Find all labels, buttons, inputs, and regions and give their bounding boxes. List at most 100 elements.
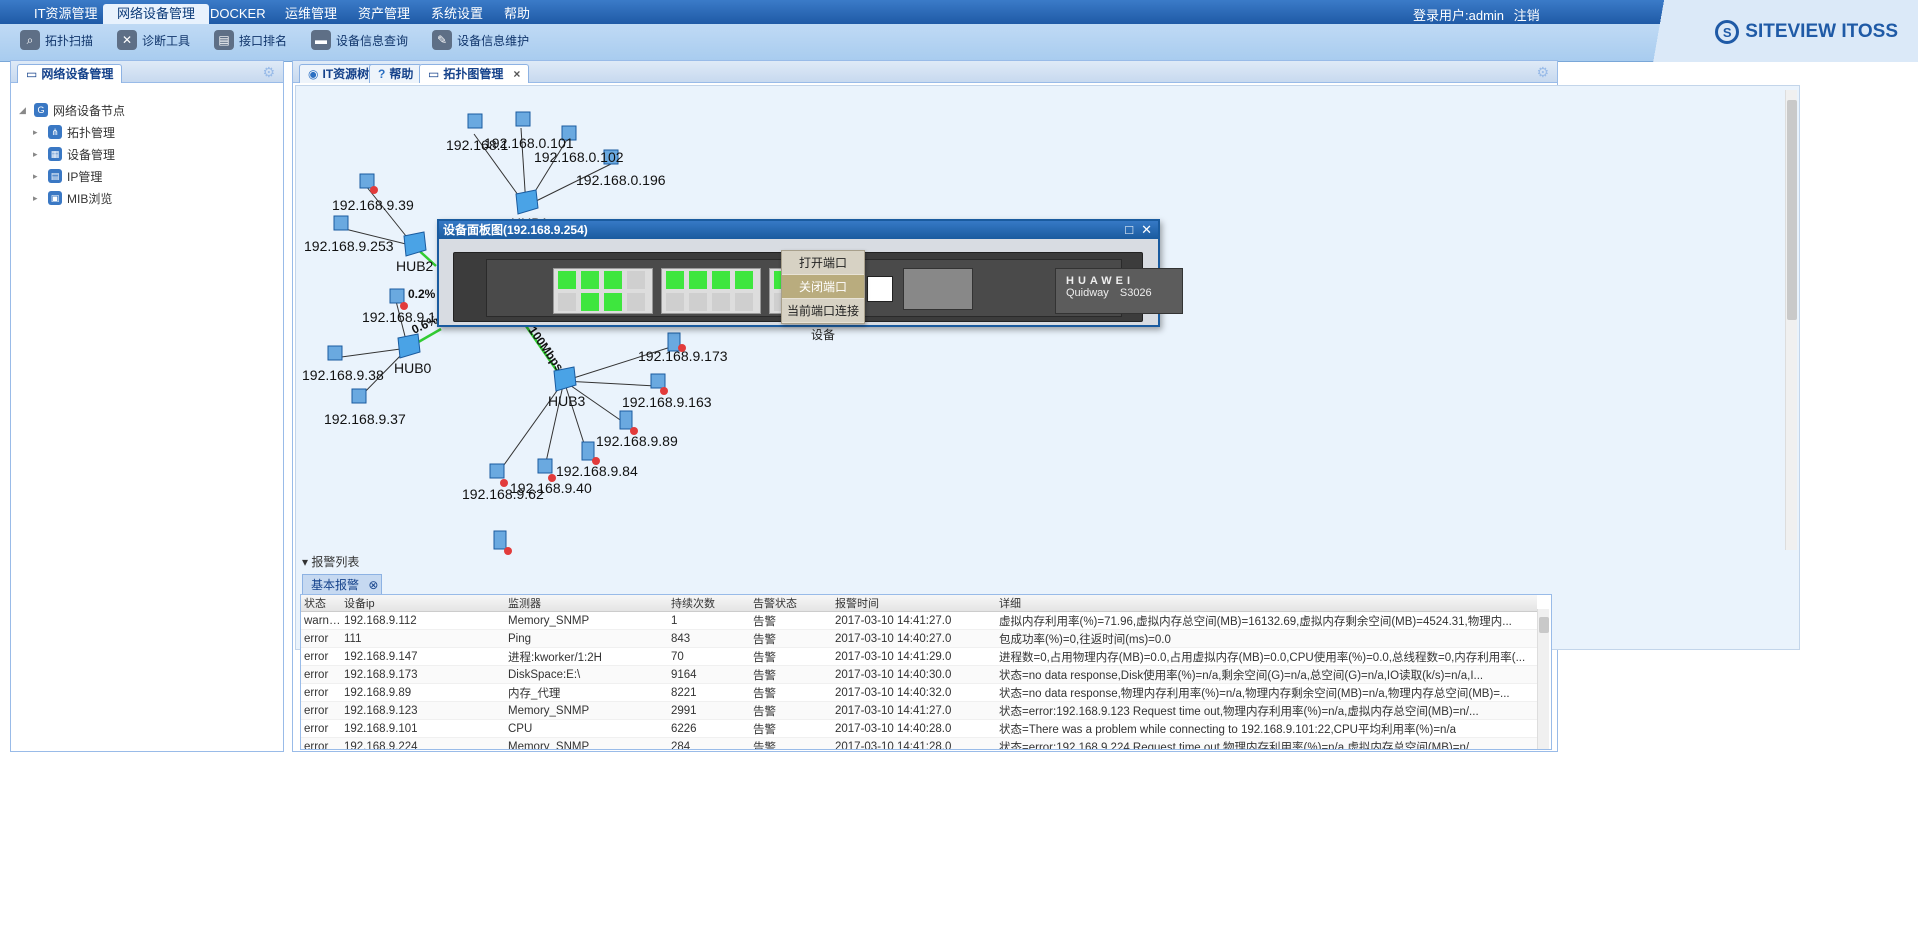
column-header[interactable]: 设备ip — [341, 595, 505, 612]
menu-it-resource[interactable]: IT资源管理 — [20, 4, 112, 24]
uplink-port[interactable] — [867, 276, 893, 302]
dialog-titlebar[interactable]: 设备面板图(192.168.9.254) □ ✕ — [439, 221, 1158, 239]
table-cell: 告警 — [750, 611, 832, 630]
table-cell: 告警 — [750, 737, 832, 749]
chevron-right-icon[interactable]: ▸ — [33, 171, 43, 182]
column-header[interactable]: 告警状态 — [750, 595, 832, 612]
tree-item-ip[interactable]: ▸ ▤ IP管理 — [19, 165, 125, 187]
menu-open-port[interactable]: 打开端口 — [782, 251, 864, 275]
table-row[interactable]: error 192.168.9.147 进程:kworker/1:2H 70 告警 201… — [301, 647, 1537, 666]
port-down[interactable] — [689, 293, 707, 311]
gear-icon[interactable]: ⚙ — [1536, 64, 1549, 81]
menu-settings[interactable]: 系统设置 — [417, 4, 497, 24]
column-header[interactable]: 持续次数 — [668, 595, 750, 612]
hub-icon — [397, 333, 421, 359]
table-row[interactable]: error 192.168.9.101 CPU 6226 告警 2017-03-10 14… — [301, 719, 1537, 738]
device-query-label: 设备信息查询 — [336, 33, 409, 48]
server-icon — [619, 410, 633, 430]
interface-ranking-button[interactable]: ▤ 接口排名 — [204, 26, 297, 54]
menu-ops[interactable]: 运维管理 — [271, 4, 351, 24]
port-down[interactable] — [712, 293, 730, 311]
menu-close-port[interactable]: 关闭端口 — [782, 275, 864, 299]
tree-item-devices[interactable]: ▸ ▦ 设备管理 — [19, 143, 125, 165]
port-down[interactable] — [627, 271, 645, 289]
column-header[interactable]: 状态 — [301, 595, 341, 612]
table-cell: 843 — [668, 629, 750, 648]
chevron-right-icon[interactable]: ▸ — [33, 193, 43, 204]
topology-canvas[interactable]: 0.2% 0.6% 100Mbps HUB1 HUB2 HUB0 HUB3 — [295, 85, 1800, 650]
port-down[interactable] — [735, 293, 753, 311]
port-up[interactable] — [689, 271, 707, 289]
port-down[interactable] — [558, 293, 576, 311]
collapse-icon[interactable]: ▾ — [302, 555, 308, 569]
maximize-icon[interactable]: □ — [1125, 221, 1133, 239]
port-down[interactable] — [627, 293, 645, 311]
ip-icon: ▤ — [48, 169, 62, 183]
tab-it-resource-tree[interactable]: ◉ IT资源树 — [299, 64, 379, 83]
table-cell: error — [301, 629, 341, 648]
port-up[interactable] — [581, 293, 599, 311]
tab-help[interactable]: ? 帮助 — [369, 64, 423, 83]
port-up[interactable] — [581, 271, 599, 289]
table-row[interactable]: warni... 192.168.9.112 Memory_SNMP 1 告警 2017-… — [301, 611, 1537, 630]
column-header[interactable]: 报警时间 — [832, 595, 996, 612]
tab-network-device-mgmt[interactable]: ▭ 网络设备管理 — [17, 64, 123, 83]
table-row[interactable]: error 192.168.9.123 Memory_SNMP 2991 告警 2017-… — [301, 701, 1537, 720]
tab-topology-mgmt[interactable]: ▭ 拓扑图管理 × — [419, 64, 530, 83]
tab-label: 拓扑图管理 — [443, 67, 504, 81]
chevron-down-icon[interactable]: ◢ — [19, 105, 29, 116]
hub-node[interactable]: HUB0 — [394, 333, 432, 376]
tab-label: IT资源树 — [322, 67, 370, 81]
port-down[interactable] — [666, 293, 684, 311]
diagnostic-tools-button[interactable]: ✕ 诊断工具 — [107, 26, 200, 54]
device-query-button[interactable]: ▬ 设备信息查询 — [301, 26, 418, 54]
resource-tree-icon: ◉ — [308, 67, 319, 81]
alarm-scrollbar[interactable] — [1537, 609, 1549, 749]
port-up[interactable] — [712, 271, 730, 289]
host-icon — [515, 111, 531, 127]
port-up[interactable] — [735, 271, 753, 289]
chevron-right-icon[interactable]: ▸ — [33, 127, 43, 138]
menu-network-device[interactable]: 网络设备管理 — [103, 4, 210, 24]
column-header[interactable]: 详细 — [996, 595, 1537, 612]
port-up[interactable] — [604, 293, 622, 311]
port-up[interactable] — [666, 271, 684, 289]
table-cell: 8221 — [668, 683, 750, 702]
table-row[interactable]: error 192.168.9.173 DiskSpace:E:\ 9164 告警 201… — [301, 665, 1537, 684]
topology-scan-button[interactable]: ⌕ 拓扑扫描 — [10, 26, 103, 54]
tree-item-mib[interactable]: ▸ ▣ MIB浏览 — [19, 187, 125, 209]
close-icon[interactable]: ✕ — [1141, 221, 1152, 239]
menu-assets[interactable]: 资产管理 — [344, 4, 424, 24]
tree-item-topology[interactable]: ▸ ⋔ 拓扑管理 — [19, 121, 125, 143]
gear-icon[interactable]: ⚙ — [262, 64, 275, 81]
canvas-scrollbar[interactable] — [1785, 90, 1797, 550]
column-header[interactable]: 监测器 — [505, 595, 668, 612]
chevron-right-icon[interactable]: ▸ — [33, 149, 43, 160]
scrollbar-thumb[interactable] — [1539, 617, 1549, 633]
hub-node[interactable]: HUB3 — [548, 366, 586, 409]
interface-ranking-label: 接口排名 — [239, 33, 288, 48]
tree-root[interactable]: ◢ G 网络设备节点 — [19, 99, 125, 121]
tree-item-label: 拓扑管理 — [67, 125, 116, 140]
menu-port-connected-device[interactable]: 当前端口连接设备 — [782, 299, 864, 342]
device-maintain-button[interactable]: ✎ 设备信息维护 — [422, 26, 539, 54]
alarm-section-header[interactable]: ▾ 报警列表 — [302, 553, 359, 569]
scrollbar-thumb[interactable] — [1787, 100, 1797, 320]
hub-node[interactable]: HUB2 — [396, 231, 434, 274]
logout-link[interactable]: 注销 — [1514, 8, 1540, 23]
tab-label: 网络设备管理 — [41, 67, 114, 81]
module-slot — [903, 268, 973, 310]
close-icon[interactable]: ⊗ — [368, 578, 378, 592]
tab-basic-alarm[interactable]: 基本报警 ⊗ — [302, 574, 382, 594]
table-row[interactable]: error 111 Ping 843 告警 2017-03-10 14:40:27.0 包成… — [301, 629, 1537, 648]
topology-graph[interactable]: 0.2% 0.6% 100Mbps HUB1 HUB2 HUB0 HUB3 — [296, 86, 1786, 650]
port-up[interactable] — [558, 271, 576, 289]
close-icon[interactable]: × — [513, 65, 520, 83]
port-up[interactable] — [604, 271, 622, 289]
table-row[interactable]: error 192.168.9.89 内存_代理 8221 告警 2017-03-10 1… — [301, 683, 1537, 702]
table-row[interactable]: error 192.168.9.224 Memory_SNMP 284 告警 2017-0… — [301, 737, 1537, 749]
port-group-2 — [661, 268, 761, 314]
menu-help[interactable]: 帮助 — [490, 4, 544, 24]
menu-docker[interactable]: DOCKER — [196, 4, 280, 24]
search-icon: ⌕ — [20, 30, 40, 50]
